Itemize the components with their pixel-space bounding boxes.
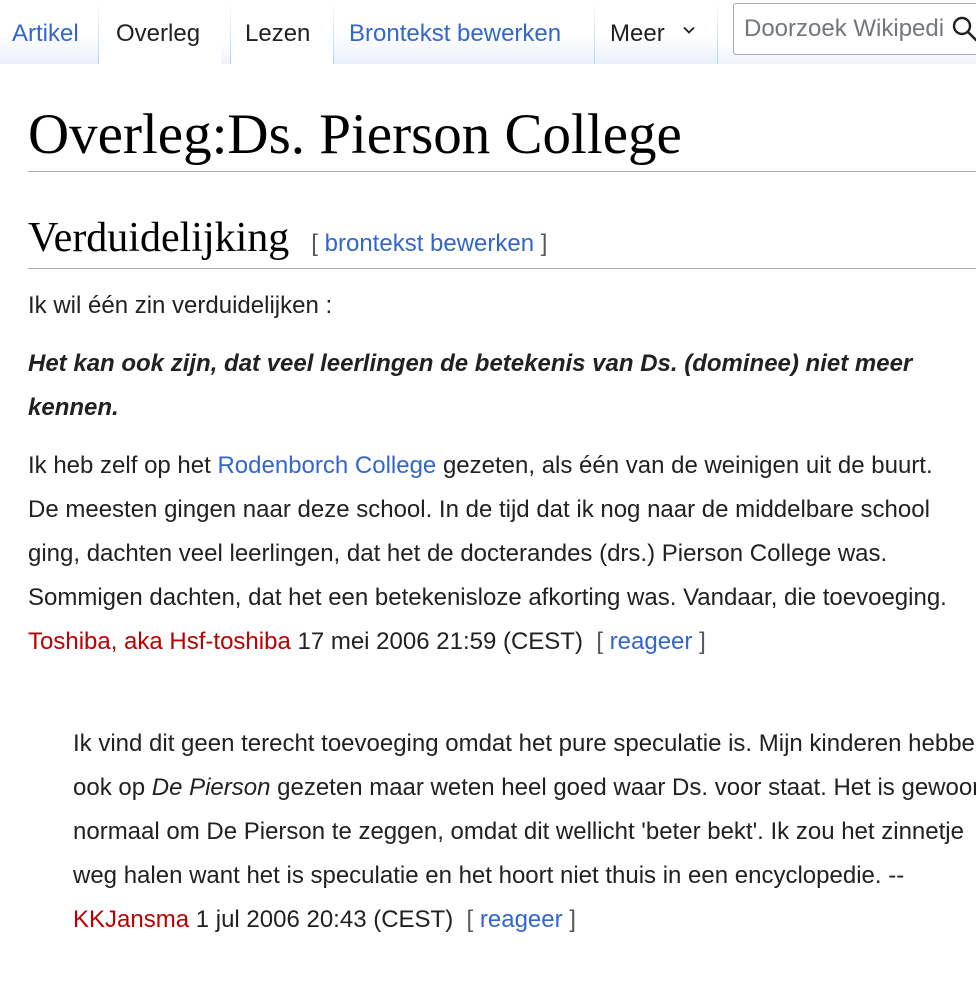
- section-divider: [28, 268, 976, 269]
- edit-bracket-open: [: [311, 230, 318, 257]
- tab-brontekst-bewerken[interactable]: Brontekst bewerken: [334, 0, 594, 64]
- tab-brontekst-bewerken-label: Brontekst bewerken: [349, 20, 562, 47]
- post2-italic: De Pierson: [151, 774, 271, 801]
- page-title: Overleg:Ds. Pierson College: [28, 103, 682, 166]
- tab-overleg[interactable]: Overleg: [99, 0, 221, 64]
- search-input[interactable]: [744, 12, 944, 46]
- tab-overleg-label: Overleg: [116, 20, 201, 47]
- reply-bracket-open: [: [466, 906, 474, 933]
- tab-meer[interactable]: Meer: [595, 0, 717, 64]
- post1-body: Ik heb zelf op het Rodenborch College ge…: [28, 444, 968, 664]
- reply-link-post2[interactable]: reageer: [480, 906, 563, 933]
- tab-artikel[interactable]: Artikel: [0, 0, 98, 64]
- tab-lezen-label: Lezen: [245, 20, 311, 47]
- tab-lezen[interactable]: Lezen: [231, 0, 333, 64]
- edit-section-link[interactable]: brontekst bewerken: [325, 230, 534, 257]
- search-box: [733, 3, 976, 55]
- post1-timestamp: 17 mei 2006 21:59 (CEST): [290, 628, 583, 655]
- search-icon[interactable]: [952, 16, 976, 42]
- post1-quote: Het kan ook zijn, dat veel leerlingen de…: [28, 350, 913, 421]
- chevron-down-icon: [683, 26, 695, 34]
- post2-timestamp: 1 jul 2006 20:43 (CEST): [189, 906, 454, 933]
- title-divider: [28, 171, 976, 172]
- post1-text-a: Ik heb zelf op het: [28, 452, 218, 479]
- reply-bracket-close: ]: [699, 628, 706, 655]
- user-link-toshiba[interactable]: Toshiba, aka Hsf-toshiba: [28, 628, 291, 655]
- section-edit: [ brontekst bewerken ]: [311, 230, 547, 257]
- tab-meer-label: Meer: [610, 20, 665, 47]
- reply-bracket-close: ]: [569, 906, 576, 933]
- section-heading-row: Verduidelijking [ brontekst bewerken ]: [28, 214, 547, 262]
- user-link-kkjansma[interactable]: KKJansma: [73, 906, 189, 933]
- section-heading: Verduidelijking: [28, 215, 290, 261]
- reply-link-post1[interactable]: reageer: [610, 628, 693, 655]
- post1-intro: Ik wil één zin verduidelijken :: [28, 292, 333, 319]
- navigation-tabs: Artikel Overleg Lezen Brontekst bewerken…: [0, 0, 976, 64]
- edit-bracket-close: ]: [540, 230, 548, 257]
- post2-body: Ik vind dit geen terecht toevoeging omda…: [73, 722, 976, 942]
- tab-separator: [717, 0, 718, 64]
- tab-artikel-label: Artikel: [12, 20, 79, 47]
- reply-bracket-open: [: [596, 628, 603, 655]
- rodenborch-college-link[interactable]: Rodenborch College: [217, 452, 436, 479]
